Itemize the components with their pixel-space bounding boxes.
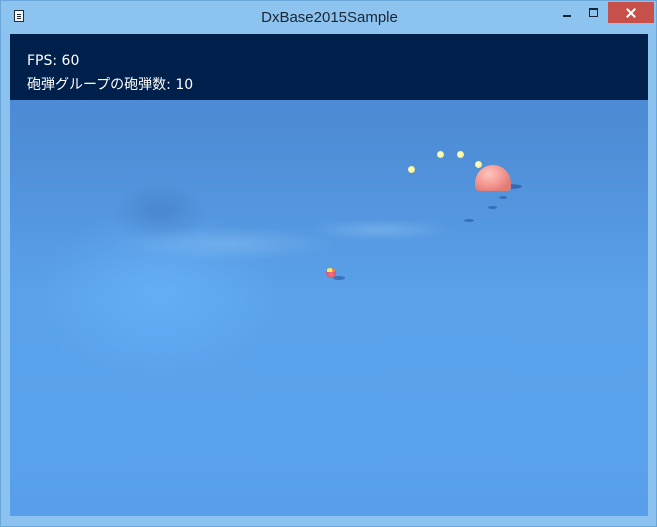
shell [437, 151, 444, 158]
game-viewport[interactable]: FPS: 60 砲弾グループの砲弾数: 10 [10, 34, 648, 516]
shell-shadow [499, 196, 507, 199]
shell [457, 151, 464, 158]
maximize-button[interactable] [581, 2, 607, 23]
shell-shadow [464, 219, 474, 222]
shell-shadow [488, 206, 497, 209]
player-shadow [333, 276, 345, 280]
shell [408, 166, 415, 173]
close-button[interactable] [608, 2, 654, 23]
app-window: DxBase2015Sample FPS: 60 砲弾グループの砲弾数: 10 [0, 0, 657, 527]
shell [475, 161, 482, 168]
minimize-button[interactable] [554, 2, 580, 23]
shell-count-label: 砲弾グループの砲弾数: 10 [27, 77, 194, 93]
enemy-dome [475, 165, 511, 191]
player-character [326, 268, 336, 278]
title-bar[interactable]: DxBase2015Sample [1, 1, 656, 33]
fps-counter: FPS: 60 [27, 53, 80, 69]
hud-panel: FPS: 60 砲弾グループの砲弾数: 10 [10, 34, 648, 100]
